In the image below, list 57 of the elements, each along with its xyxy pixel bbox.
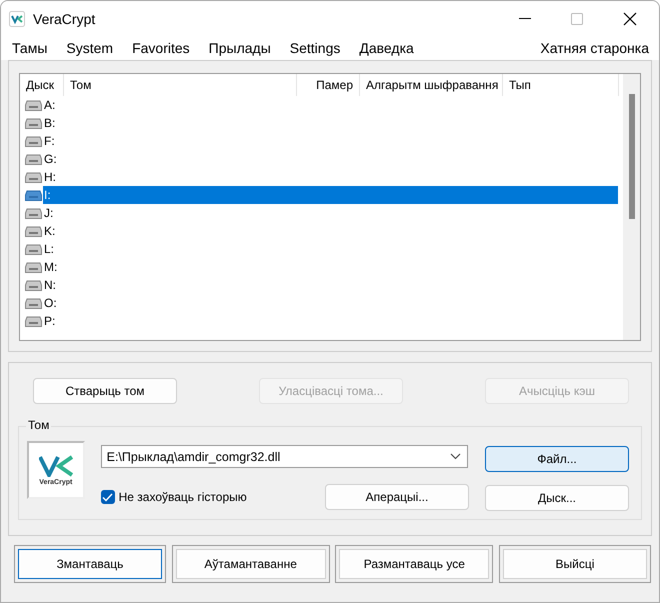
drive-icon [25,316,42,326]
chevron-down-icon [450,453,461,460]
menu-item[interactable]: Тамы [12,40,48,56]
column-header[interactable]: Алгарытм шыфравання [360,74,503,96]
group-title: Том [26,418,52,432]
drive-row[interactable]: B: [43,114,618,132]
drive-row[interactable]: A: [43,96,618,114]
operations-button[interactable]: Аперацыі... [325,484,469,510]
menu-item[interactable]: Даведка [359,40,414,56]
column-header[interactable]: Том [64,74,297,96]
drive-row[interactable]: H: [43,168,618,186]
command-button[interactable]: Размантаваць усе [335,545,494,583]
scrollbar[interactable] [623,74,640,340]
menu-item[interactable]: System [66,40,114,56]
window-title: VeraCrypt [33,10,96,26]
drive-row[interactable]: N: [43,276,618,294]
drive-icon [25,154,42,164]
device-button[interactable]: Дыск... [485,485,629,511]
drive-row[interactable]: P: [43,312,618,330]
menu-item[interactable]: Settings [290,40,340,56]
drive-row[interactable]: F: [43,132,618,150]
column-header[interactable]: Тып [503,74,619,96]
drive-icon [25,208,42,218]
command-button[interactable]: Выйсці [498,545,651,583]
drive-row[interactable]: J: [43,204,618,222]
logo-icon [38,454,73,476]
homepage-link[interactable]: Хатняя старонка [540,40,649,56]
drive-icon [25,100,42,110]
drive-icon [25,226,42,236]
menu-item[interactable]: Прылады [208,40,271,56]
command-button[interactable]: Змантаваць [14,545,166,583]
column-header[interactable]: Памер [297,74,360,96]
drive-icon [25,280,42,290]
drive-row[interactable]: I: [43,186,618,204]
drive-row[interactable]: L: [43,240,618,258]
drive-icon [25,118,42,128]
menu-item[interactable]: Favorites [132,40,190,56]
app-icon [9,10,25,26]
drive-row[interactable]: K: [43,222,618,240]
drive-icon [25,136,42,146]
drive-icon [25,190,42,200]
command-button[interactable]: Аўтамантаванне [172,545,330,583]
drive-icon [25,262,42,272]
drive-row[interactable]: M: [43,258,618,276]
checkbox-label[interactable]: Не захоўваць гісторыю [118,490,247,504]
action-button[interactable]: Стварыць том [33,378,177,404]
drive-row[interactable]: G: [43,150,618,168]
drive-icon [25,172,42,182]
drive-icon [25,298,42,308]
drive-row[interactable]: O: [43,294,618,312]
close-icon[interactable] [623,12,637,26]
column-header[interactable]: Дыск [20,74,64,96]
file-button[interactable]: Файл... [485,446,629,472]
drive-icon [25,244,42,254]
checkbox[interactable] [100,490,115,504]
minimize-icon[interactable] [519,18,531,20]
volume-path-dropdown[interactable]: E:\Прыклад\amdir_comgr32.dll [100,445,468,468]
